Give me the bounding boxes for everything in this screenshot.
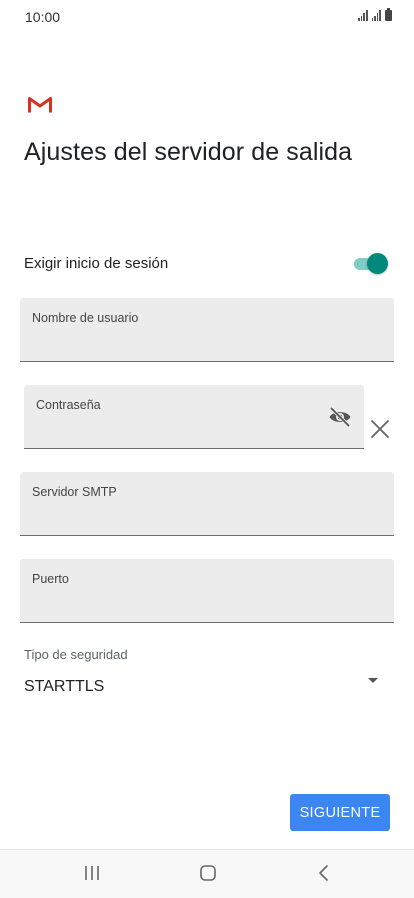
home-icon[interactable] — [193, 860, 223, 886]
security-type-label: Tipo de seguridad — [24, 647, 128, 662]
signin-required-label: Exigir inicio de sesión — [24, 255, 169, 272]
smtp-server-field[interactable]: Servidor SMTP — [20, 472, 394, 536]
port-label: Puerto — [32, 572, 69, 586]
toggle-thumb — [367, 253, 388, 274]
signal-icon — [358, 10, 368, 21]
signin-required-row[interactable]: Exigir inicio de sesión — [24, 250, 388, 278]
security-type-value: STARTTLS — [24, 678, 105, 695]
close-icon[interactable] — [369, 418, 391, 440]
smtp-server-label: Servidor SMTP — [32, 485, 117, 499]
password-field[interactable]: Contraseña — [24, 385, 364, 449]
signal-icon — [371, 10, 381, 21]
port-field[interactable]: Puerto — [20, 559, 394, 623]
username-input[interactable] — [32, 333, 382, 353]
password-label: Contraseña — [36, 398, 101, 412]
signin-required-toggle[interactable] — [352, 252, 388, 274]
eye-off-icon[interactable] — [328, 407, 352, 427]
status-bar: 10:00 — [0, 0, 414, 34]
gmail-logo-icon — [28, 97, 52, 113]
navigation-bar — [0, 849, 414, 898]
username-label: Nombre de usuario — [32, 311, 139, 325]
port-input[interactable] — [32, 594, 382, 614]
status-icons — [358, 8, 392, 21]
security-type-dropdown[interactable]: STARTTLS — [24, 672, 386, 704]
back-icon[interactable] — [309, 860, 339, 886]
password-input[interactable] — [36, 420, 316, 440]
smtp-server-input[interactable] — [32, 507, 382, 527]
battery-icon — [385, 8, 392, 21]
status-time: 10:00 — [25, 9, 61, 25]
page-title: Ajustes del servidor de salida — [24, 138, 353, 166]
recents-icon[interactable] — [77, 860, 107, 886]
next-button[interactable]: SIGUIENTE — [290, 794, 390, 831]
dropdown-arrow-icon — [368, 678, 378, 683]
username-field[interactable]: Nombre de usuario — [20, 298, 394, 362]
